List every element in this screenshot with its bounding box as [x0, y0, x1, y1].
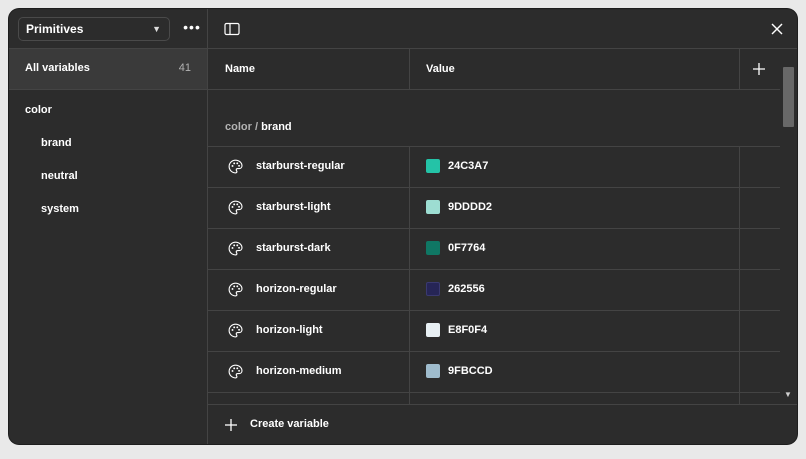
- palette-icon: [228, 159, 243, 174]
- all-variables-label: All variables: [25, 62, 90, 74]
- variable-rows: starburst-regular 24C3A7 starburst-light 9D…: [208, 147, 780, 393]
- chevron-down-icon: ▼: [152, 24, 161, 34]
- column-divider: [409, 147, 410, 187]
- column-divider: [739, 311, 740, 351]
- more-horizontal-icon: •••: [183, 19, 201, 35]
- table-row[interactable]: horizon-medium 9FBCCD: [208, 352, 780, 393]
- collection-select[interactable]: Primitives ▼: [18, 17, 170, 41]
- table-row[interactable]: starburst-light 9DDDD2: [208, 188, 780, 229]
- variable-value[interactable]: 24C3A7: [448, 160, 488, 172]
- variable-value[interactable]: 262556: [448, 283, 485, 295]
- main-header: [208, 9, 797, 49]
- column-divider: [409, 311, 410, 351]
- variable-name[interactable]: starburst-dark: [256, 242, 331, 254]
- color-swatch[interactable]: [426, 241, 440, 255]
- plus-icon: [225, 419, 237, 431]
- variable-value[interactable]: 9DDDD2: [448, 201, 492, 213]
- column-divider: [409, 352, 410, 392]
- palette-icon: [228, 241, 243, 256]
- table-row[interactable]: starburst-dark 0F7764: [208, 229, 780, 270]
- column-divider: [409, 188, 410, 228]
- variable-name[interactable]: horizon-light: [256, 324, 323, 336]
- variable-value[interactable]: 9FBCCD: [448, 365, 493, 377]
- column-divider: [739, 188, 740, 228]
- group-path: color / brand: [225, 121, 292, 133]
- color-swatch[interactable]: [426, 159, 440, 173]
- close-icon[interactable]: [769, 21, 785, 37]
- column-divider: [409, 270, 410, 310]
- sidebar: Primitives ▼ ••• All variables 41 color b…: [9, 9, 208, 444]
- table-row[interactable]: horizon-light E8F0F4: [208, 311, 780, 352]
- column-divider: [739, 147, 740, 187]
- sidebar-group-neutral[interactable]: neutral: [9, 164, 207, 197]
- sidebar-group-color[interactable]: color: [9, 98, 207, 131]
- sidebar-header: Primitives ▼ •••: [9, 9, 207, 49]
- table-header: Name Value: [208, 49, 797, 90]
- group-list: color brand neutral system: [9, 90, 207, 230]
- palette-icon: [228, 323, 243, 338]
- variable-value[interactable]: 0F7764: [448, 242, 485, 254]
- column-header-name: Name: [225, 63, 255, 75]
- column-divider: [739, 49, 740, 89]
- group-heading: color / brand: [208, 90, 780, 147]
- all-variables-count: 41: [178, 62, 191, 74]
- plus-icon[interactable]: [749, 59, 769, 79]
- palette-icon: [228, 200, 243, 215]
- main-panel: Name Value color / brand starburst-regul…: [208, 9, 797, 444]
- all-variables-item[interactable]: All variables 41: [9, 49, 207, 90]
- table-row[interactable]: horizon-regular 262556: [208, 270, 780, 311]
- variables-modal: Primitives ▼ ••• All variables 41 color b…: [9, 9, 797, 444]
- table-row[interactable]: starburst-regular 24C3A7: [208, 147, 780, 188]
- column-divider: [409, 393, 410, 404]
- palette-icon: [228, 364, 243, 379]
- column-divider: [739, 352, 740, 392]
- sidebar-group-system[interactable]: system: [9, 197, 207, 230]
- variable-name[interactable]: horizon-medium: [256, 365, 342, 377]
- variable-name[interactable]: starburst-regular: [256, 160, 345, 172]
- table-row: [208, 393, 780, 404]
- variable-name[interactable]: horizon-regular: [256, 283, 337, 295]
- color-swatch[interactable]: [426, 323, 440, 337]
- color-swatch[interactable]: [426, 200, 440, 214]
- column-divider: [739, 393, 740, 404]
- column-divider: [409, 49, 410, 89]
- sidebar-toggle-icon[interactable]: [224, 21, 240, 37]
- variable-name[interactable]: starburst-light: [256, 201, 331, 213]
- color-swatch[interactable]: [426, 282, 440, 296]
- column-divider: [739, 270, 740, 310]
- group-path-current: brand: [261, 121, 292, 133]
- group-path-parent: color: [225, 121, 252, 133]
- group-path-separator: /: [251, 121, 262, 133]
- more-options-button[interactable]: •••: [181, 17, 203, 41]
- variable-value[interactable]: E8F0F4: [448, 324, 487, 336]
- palette-icon: [228, 282, 243, 297]
- sidebar-group-brand[interactable]: brand: [9, 131, 207, 164]
- footer: Create variable: [208, 404, 797, 444]
- scroll-down-arrow-icon[interactable]: ▼: [784, 390, 792, 399]
- column-divider: [409, 229, 410, 269]
- scrollbar-thumb[interactable]: [783, 67, 794, 127]
- create-variable-label: Create variable: [250, 418, 329, 430]
- table-body: color / brand starburst-regular 24C3A7 sta…: [208, 90, 780, 404]
- collection-name: Primitives: [26, 22, 84, 36]
- column-header-value: Value: [426, 63, 455, 75]
- column-divider: [739, 229, 740, 269]
- color-swatch[interactable]: [426, 364, 440, 378]
